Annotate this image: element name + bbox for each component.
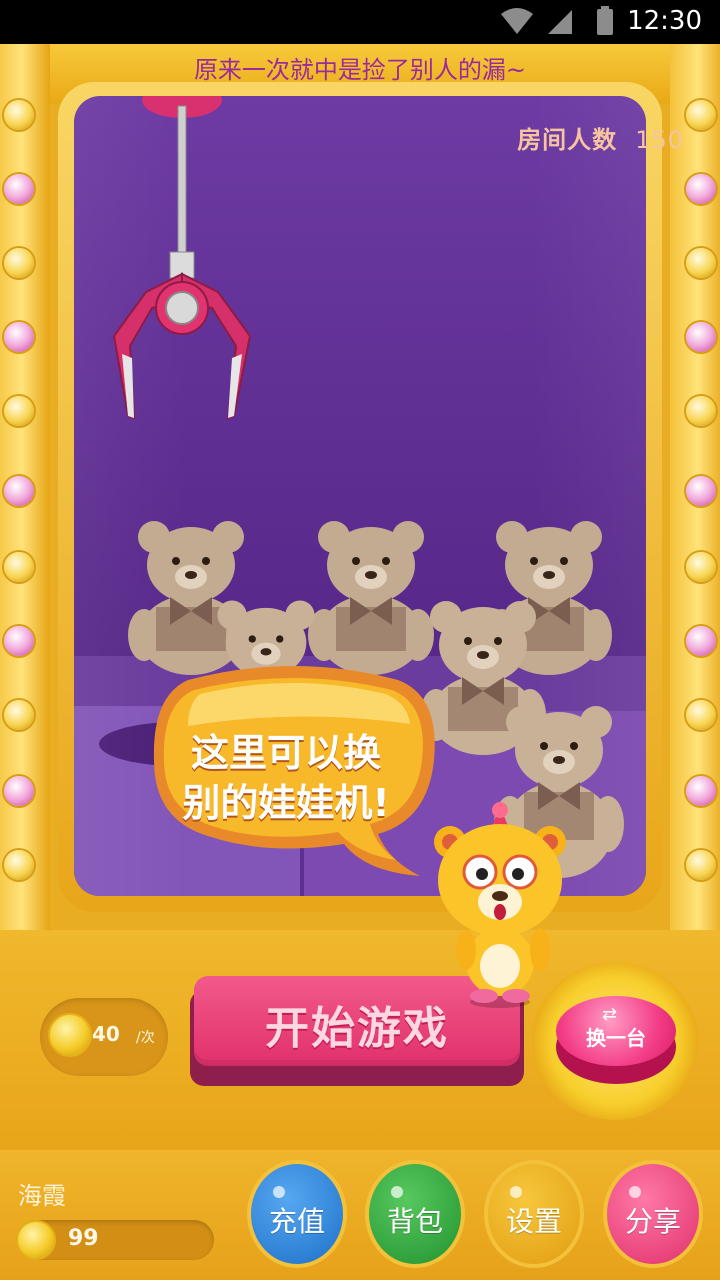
coin-balance: 99 (16, 1220, 214, 1260)
tutorial-hint-line2: 别的娃娃机! (182, 781, 390, 825)
tutorial-hint: 这里可以换 别的娃娃机! (166, 728, 406, 828)
room-player-count: 房间人数 150 (517, 120, 684, 155)
light-bulb (686, 700, 716, 730)
room-count-value: 150 (635, 126, 684, 154)
light-bulb (686, 248, 716, 278)
coin-icon (16, 1220, 56, 1260)
clock: 12:30 (627, 6, 702, 36)
light-bulb (4, 396, 34, 426)
light-bulb (686, 552, 716, 582)
light-bulb (686, 100, 716, 130)
light-bulb (4, 626, 34, 656)
wifi-icon (501, 8, 533, 34)
claw-icon (112, 96, 252, 420)
light-bulb (4, 100, 34, 130)
battery-icon (597, 6, 613, 35)
coin-icon (48, 1013, 92, 1057)
play-cost-value: 40 (92, 1022, 120, 1046)
light-bulb (4, 552, 34, 582)
backpack-label: 背包 (386, 1205, 443, 1238)
play-cost-unit: /次 (136, 1030, 155, 1046)
backpack-button[interactable]: 背包 (365, 1160, 465, 1268)
share-label: 分享 (624, 1205, 681, 1238)
light-bulb (4, 174, 34, 204)
user-name: 海霞 (18, 1182, 66, 1210)
light-bulb (4, 776, 34, 806)
switch-machine-label: 换一台 (586, 1026, 646, 1050)
light-bulb (686, 322, 716, 352)
recharge-button[interactable]: 充值 (247, 1160, 347, 1268)
light-bulb (686, 396, 716, 426)
tutorial-hint-line1: 这里可以换 (190, 731, 381, 775)
light-bulb (686, 626, 716, 656)
status-bar: 12:30 (0, 0, 720, 44)
share-button[interactable]: 分享 (603, 1160, 703, 1268)
settings-label: 设置 (505, 1205, 562, 1238)
recharge-label: 充值 (268, 1205, 325, 1238)
settings-button[interactable]: 设置 (484, 1160, 584, 1268)
room-count-label: 房间人数 (517, 126, 618, 154)
marquee-text: 原来一次就中是捡了别人的漏~ (193, 56, 527, 84)
bear-mascot-icon (434, 802, 566, 1008)
claw-machine-screen: 12:30 原来一次就中是捡了别人的漏~ 房间人数 150 40 /次 开始游戏… (0, 0, 720, 1280)
light-bulb (686, 174, 716, 204)
light-bulb (4, 476, 34, 506)
coin-balance-value: 99 (68, 1226, 99, 1251)
light-bulb (4, 322, 34, 352)
light-bulb (4, 248, 34, 278)
light-bulb (4, 700, 34, 730)
light-bulb (686, 776, 716, 806)
light-bulb (686, 476, 716, 506)
light-bulb (4, 850, 34, 880)
cell-signal-icon (548, 10, 572, 34)
light-bulb (686, 850, 716, 880)
play-cost-badge: 40 /次 (40, 998, 168, 1076)
